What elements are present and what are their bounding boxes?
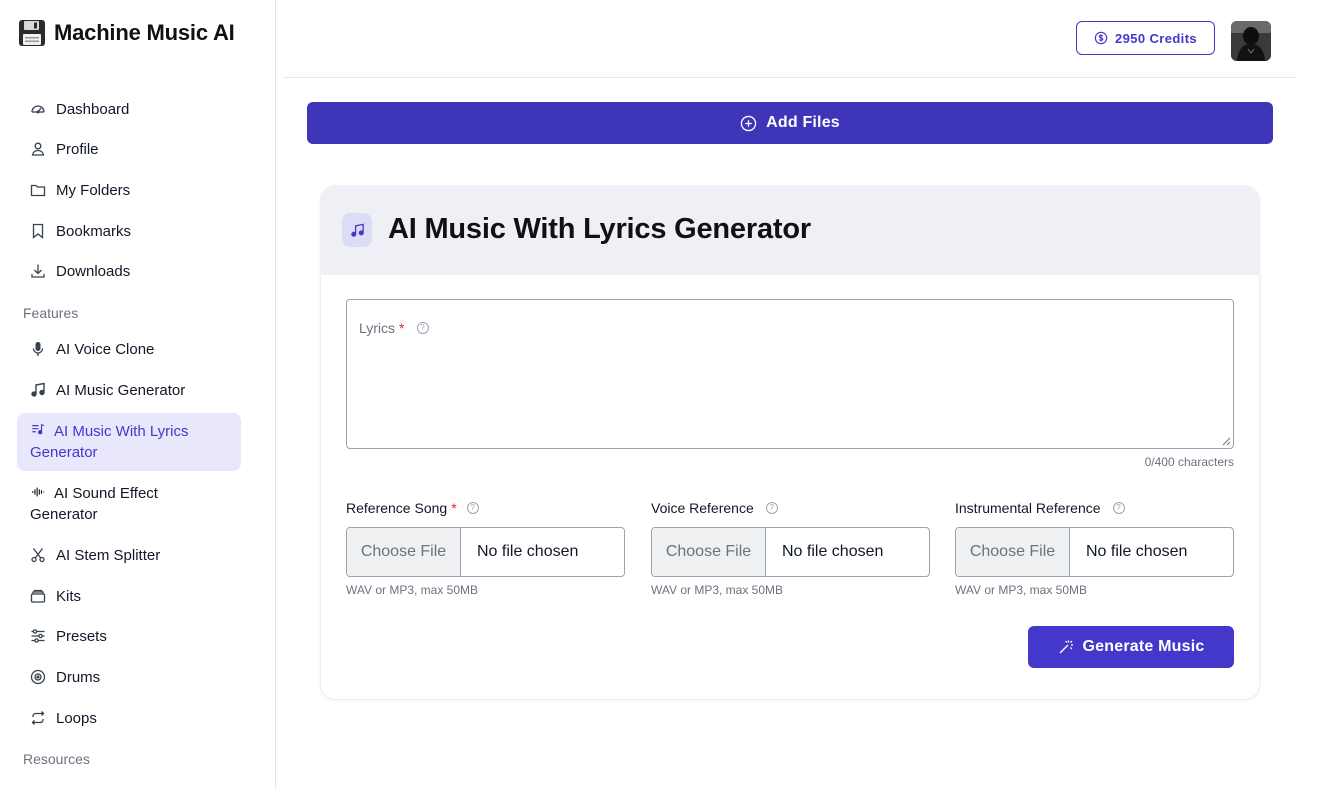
scissors-icon	[30, 547, 46, 563]
sidebar-item-label: AI Music Generator	[56, 382, 186, 399]
resize-handle-icon[interactable]	[1222, 437, 1231, 446]
sidebar-item-ai-music-with-lyrics-generator[interactable]: AI Music With Lyrics Generator	[17, 413, 241, 471]
sidebar-item-label: Kits	[56, 588, 82, 605]
sidebar-item-ai-stem-splitter[interactable]: AI Stem Splitter	[17, 545, 241, 566]
sidebar-item-label: My Folders	[56, 182, 131, 199]
features-section-label: Features	[23, 305, 79, 321]
brand[interactable]: Machine Music AI	[18, 18, 235, 48]
floppy-disk-icon	[19, 20, 45, 46]
sidebar-item-label: Downloads	[56, 263, 131, 280]
sidebar-item-drums[interactable]: Drums	[17, 667, 241, 688]
voice-reference-label-text: Voice Reference	[651, 500, 754, 516]
magic-wand-icon	[1059, 640, 1073, 654]
reference-song-label: Reference Song * ?	[346, 500, 479, 516]
sidebar-item-label: Loops	[56, 710, 97, 727]
sidebar-item-ai-voice-clone[interactable]: AI Voice Clone	[17, 339, 241, 360]
lyrics-label: Lyrics * ?	[359, 320, 429, 336]
sidebar: Machine Music AI Dashboard Profile My Fo…	[0, 0, 276, 789]
brand-name: Machine Music AI	[54, 20, 235, 45]
plus-circle-icon	[740, 115, 757, 131]
choose-file-button[interactable]: Choose File	[956, 528, 1070, 576]
generate-music-label: Generate Music	[1082, 638, 1205, 655]
file-hint: WAV or MP3, max 50MB	[651, 583, 784, 597]
generator-card: AI Music With Lyrics Generator Lyrics * …	[321, 186, 1259, 699]
instrumental-reference-label-text: Instrumental Reference	[955, 500, 1101, 516]
sidebar-item-text: AI Sound Effect Generator	[30, 485, 158, 523]
lyrics-label-text: Lyrics	[359, 320, 396, 336]
sidebar-item-label: Dashboard	[56, 101, 130, 118]
sidebar-item-text: AI Music With Lyrics Generator	[30, 423, 189, 461]
gauge-icon	[30, 101, 46, 117]
avatar[interactable]	[1231, 21, 1271, 61]
sidebar-item-label: Profile	[56, 141, 99, 158]
add-files-label: Add Files	[766, 114, 840, 131]
sidebar-item-profile[interactable]: Profile	[17, 139, 241, 160]
credits-button[interactable]: 2950 Credits	[1076, 21, 1215, 55]
top-header: 2950 Credits	[283, 0, 1297, 78]
file-status: No file chosen	[782, 543, 884, 560]
sidebar-item-label: AI Sound Effect Generator	[30, 483, 228, 525]
sidebar-item-label: Drums	[56, 669, 101, 686]
required-mark: *	[451, 500, 457, 516]
generate-music-button[interactable]: Generate Music	[1028, 626, 1234, 668]
music-note-icon	[30, 382, 46, 398]
folder-icon	[30, 182, 46, 198]
file-status: No file chosen	[1086, 543, 1188, 560]
user-icon	[30, 141, 46, 157]
credits-label: 2950 Credits	[1114, 30, 1198, 46]
help-icon[interactable]: ?	[416, 322, 429, 334]
sidebar-item-bookmarks[interactable]: Bookmarks	[17, 221, 241, 242]
resources-section-label: Resources	[23, 751, 90, 767]
add-files-button[interactable]: Add Files	[307, 102, 1273, 144]
choose-file-button[interactable]: Choose File	[652, 528, 766, 576]
instrumental-reference-label: Instrumental Reference ?	[955, 500, 1125, 516]
reference-song-file-input[interactable]: Choose File No file chosen	[346, 527, 625, 577]
file-status: No file chosen	[477, 543, 579, 560]
voice-reference-file-input[interactable]: Choose File No file chosen	[651, 527, 930, 577]
file-hint: WAV or MP3, max 50MB	[955, 583, 1088, 597]
page-title: AI Music With Lyrics Generator	[388, 213, 811, 245]
sidebar-item-ai-sound-effect-generator[interactable]: AI Sound Effect Generator	[17, 483, 241, 525]
sidebar-item-label: Presets	[56, 628, 107, 645]
required-mark: *	[399, 320, 405, 336]
waveform-icon	[30, 485, 46, 499]
loop-icon	[30, 710, 46, 726]
bookmark-icon	[30, 223, 46, 239]
help-icon[interactable]: ?	[765, 502, 778, 514]
lyrics-list-icon	[30, 423, 46, 437]
avatar-image	[1231, 21, 1271, 61]
kit-box-icon	[30, 588, 46, 604]
instrumental-reference-file-input[interactable]: Choose File No file chosen	[955, 527, 1234, 577]
sidebar-item-kits[interactable]: Kits	[17, 586, 241, 607]
voice-reference-label: Voice Reference ?	[651, 500, 778, 516]
help-icon[interactable]: ?	[1112, 502, 1125, 514]
lyrics-textarea[interactable]: Lyrics * ?	[346, 299, 1234, 449]
sidebar-item-my-folders[interactable]: My Folders	[17, 180, 241, 201]
choose-file-button[interactable]: Choose File	[347, 528, 461, 576]
lyrics-char-counter: 0/400 characters	[1144, 455, 1234, 469]
file-hint: WAV or MP3, max 50MB	[346, 583, 479, 597]
sidebar-item-label: Bookmarks	[56, 223, 132, 240]
coin-icon	[1094, 31, 1108, 45]
sidebar-item-dashboard[interactable]: Dashboard	[17, 99, 241, 120]
drum-icon	[30, 669, 46, 685]
download-icon	[30, 263, 46, 279]
sliders-icon	[30, 628, 46, 644]
sidebar-item-presets[interactable]: Presets	[17, 626, 241, 647]
sidebar-item-ai-music-generator[interactable]: AI Music Generator	[17, 380, 241, 401]
sidebar-item-label: AI Stem Splitter	[56, 547, 161, 564]
microphone-icon	[30, 341, 46, 357]
music-note-icon	[342, 213, 372, 247]
reference-song-label-text: Reference Song	[346, 500, 448, 516]
card-header: AI Music With Lyrics Generator	[321, 186, 1259, 275]
sidebar-item-downloads[interactable]: Downloads	[17, 261, 241, 282]
app-root: Machine Music AI Dashboard Profile My Fo…	[0, 0, 1320, 789]
sidebar-item-label: AI Voice Clone	[56, 341, 155, 358]
help-icon[interactable]: ?	[466, 502, 479, 514]
sidebar-item-loops[interactable]: Loops	[17, 708, 241, 729]
sidebar-item-label: AI Music With Lyrics Generator	[30, 421, 228, 463]
